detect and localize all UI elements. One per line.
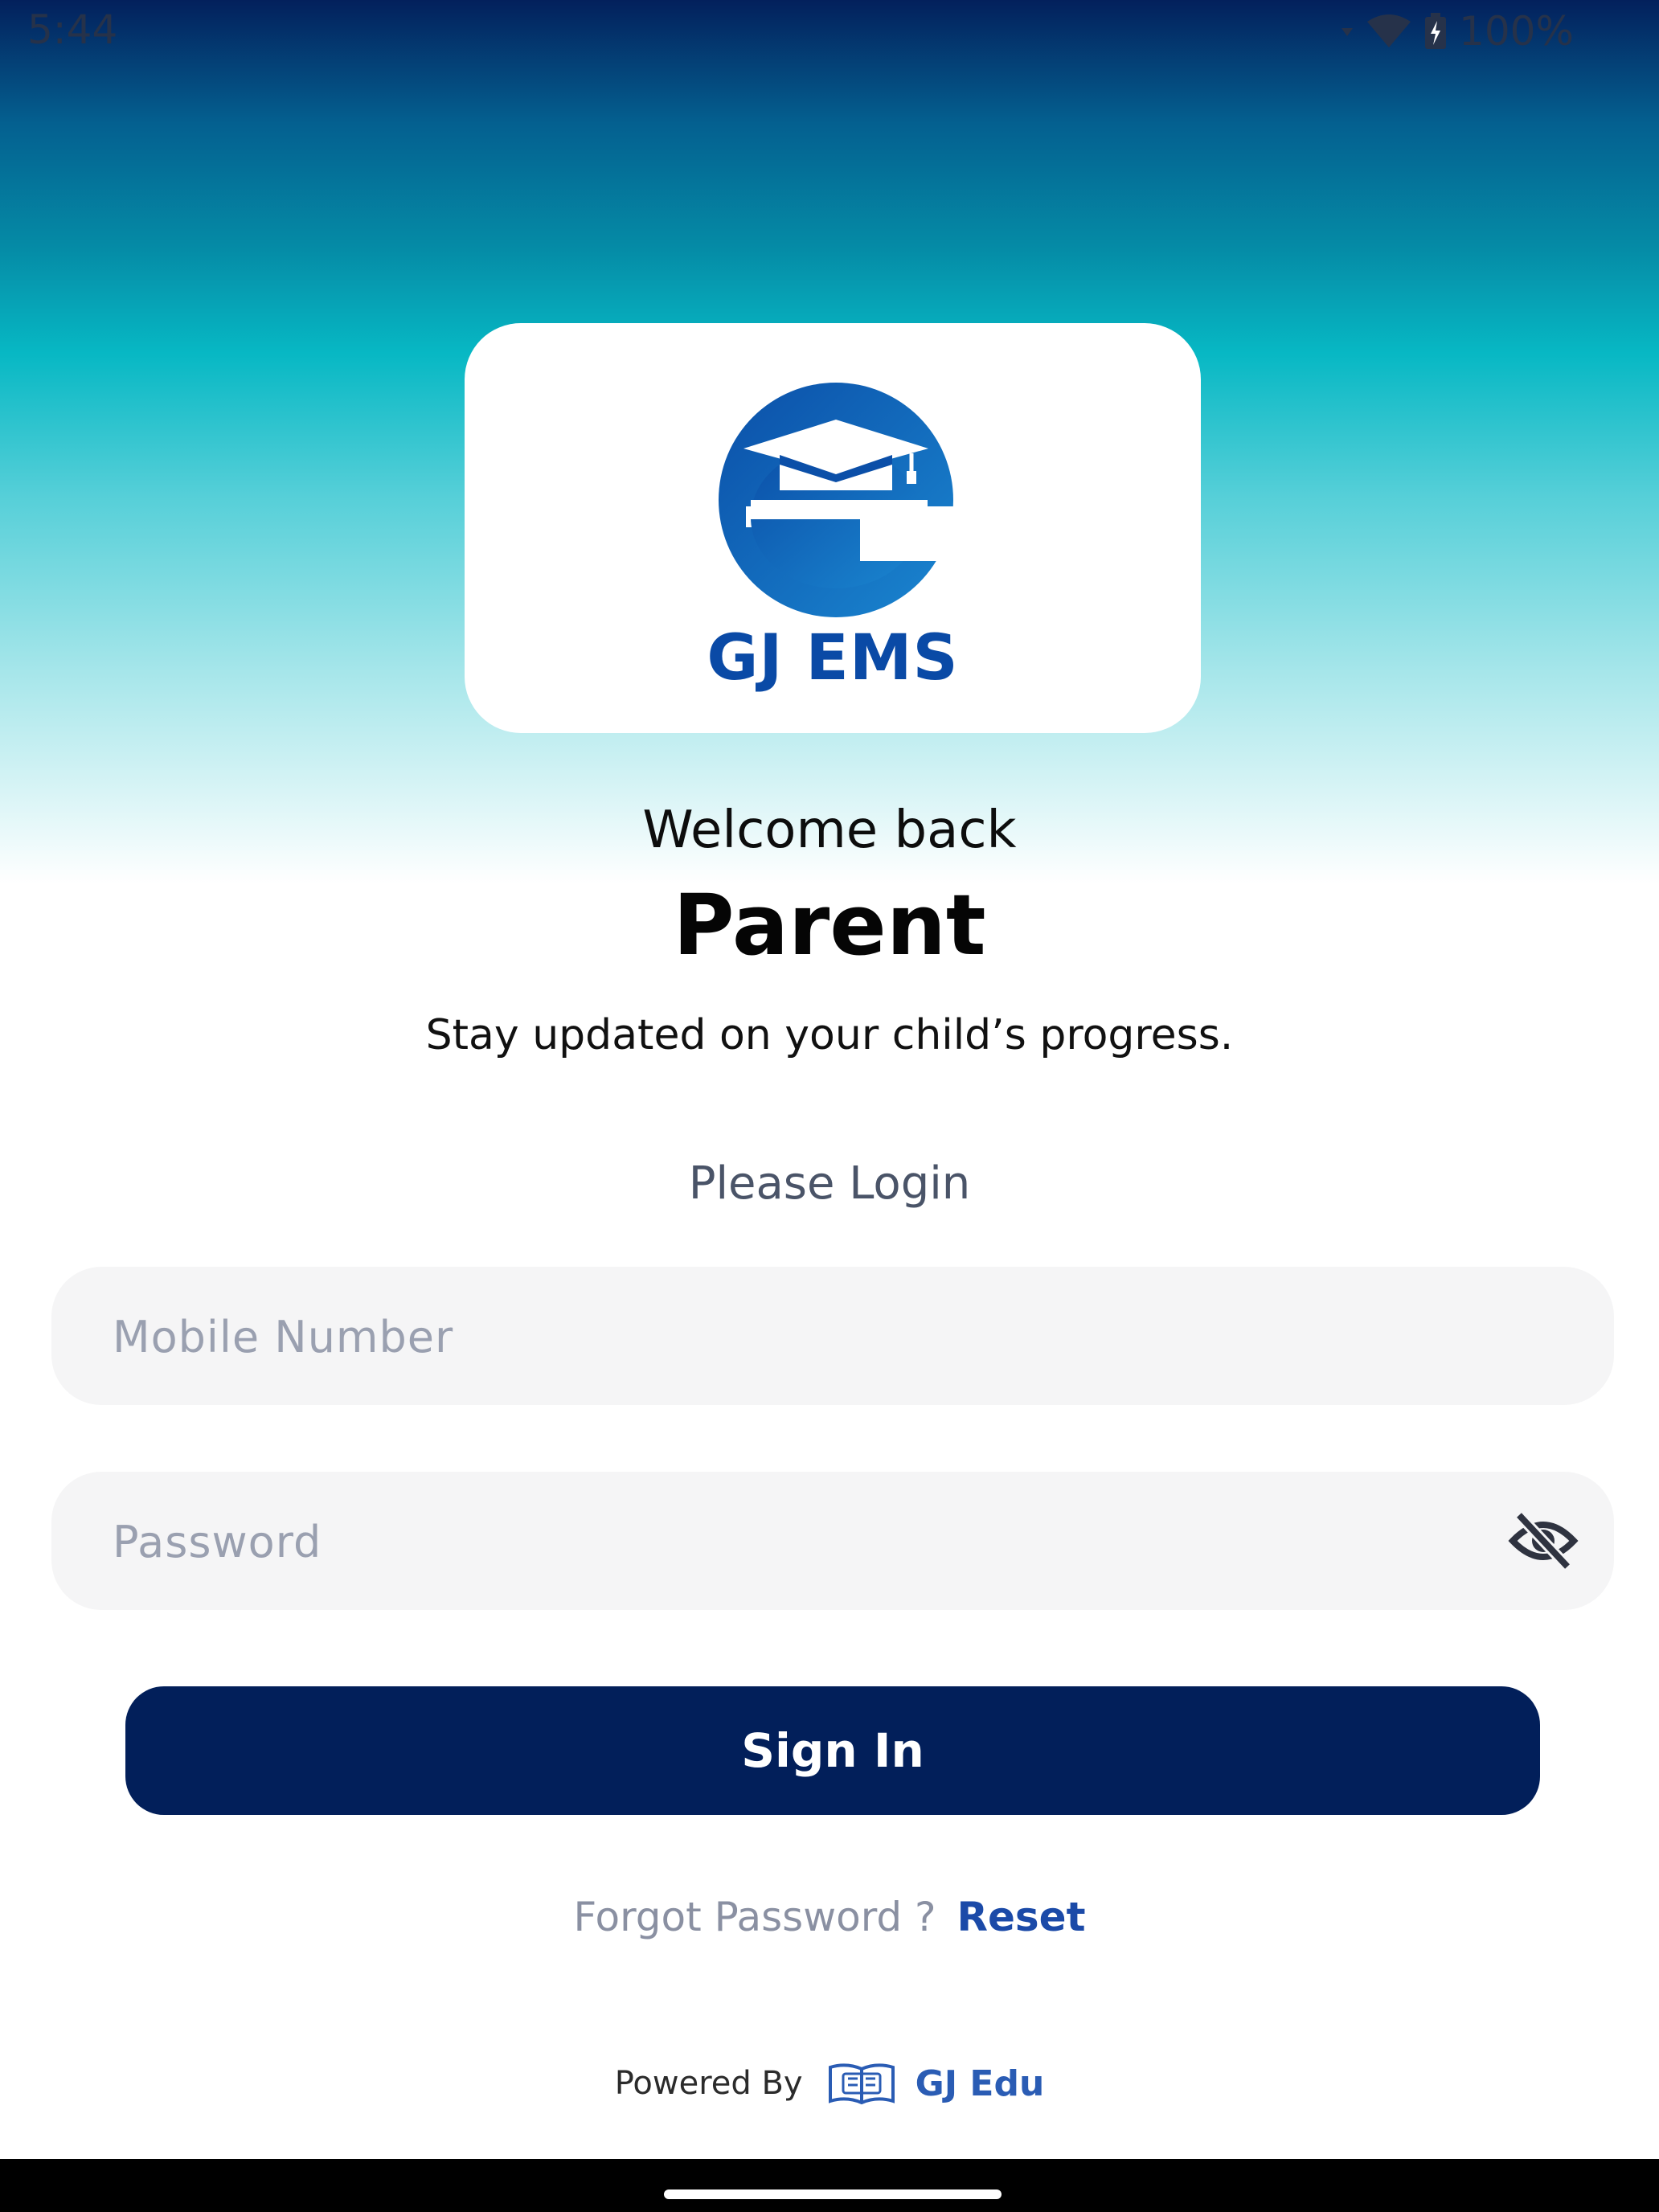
open-book-icon (828, 2063, 895, 2105)
mobile-number-input[interactable] (111, 1267, 1481, 1407)
powered-by-footer: Powered By GJ Edu (0, 2061, 1659, 2106)
eye-off-icon[interactable] (1508, 1510, 1579, 1571)
app-logo-card: GJ EMS (465, 323, 1201, 733)
powered-by-text: Powered By (614, 2065, 803, 2102)
sign-in-button[interactable]: Sign In (125, 1686, 1540, 1815)
wifi-icon (1367, 14, 1411, 47)
login-heading: Please Login (688, 1157, 971, 1210)
mobile-number-field[interactable] (51, 1267, 1614, 1407)
tagline-text: Stay updated on your child’s progress. (425, 1011, 1234, 1059)
logo-brand-text: GJ EMS (707, 622, 959, 694)
status-icons: 100% (1340, 8, 1574, 55)
battery-icon (1425, 13, 1447, 49)
password-input[interactable] (111, 1472, 1481, 1612)
battery-percent: 100% (1459, 8, 1574, 55)
graduation-cap-e-logo-icon (719, 383, 981, 617)
powered-by-brand: GJ Edu (915, 2062, 1045, 2104)
status-bar: 5:44 100% (0, 0, 1659, 64)
user-role-title: Parent (673, 876, 986, 974)
status-time: 5:44 (27, 6, 118, 53)
signal-icon (1342, 28, 1354, 36)
welcome-greeting: Welcome back (642, 801, 1017, 860)
login-screen: 5:44 100% GJ EMS Welcome back Parent Sta… (0, 0, 1659, 2212)
reset-password-link[interactable]: Reset (956, 1894, 1085, 1940)
home-indicator[interactable] (664, 2189, 1002, 2199)
forgot-password-text: Forgot Password ? (573, 1894, 936, 1940)
forgot-password-row: Forgot Password ? Reset (0, 1894, 1659, 1940)
system-navigation-bar (0, 2159, 1659, 2212)
password-field[interactable] (51, 1472, 1614, 1612)
